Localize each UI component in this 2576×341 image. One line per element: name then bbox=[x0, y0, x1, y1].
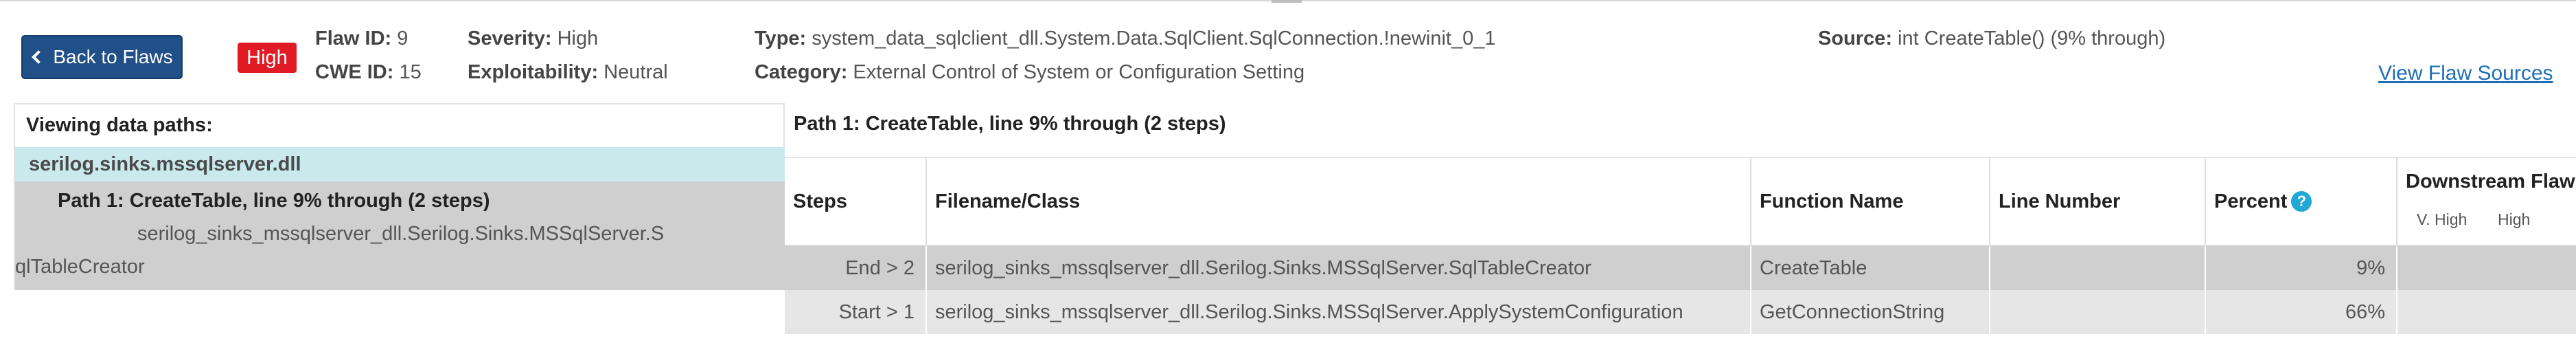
col-header-steps-label: Steps bbox=[793, 190, 847, 212]
col-header-filename[interactable]: Filename/Class bbox=[927, 157, 1751, 246]
cwe-id-label: CWE ID: bbox=[315, 61, 394, 83]
type-value: system_data_sqlclient_dll.System.Data.Sq… bbox=[812, 28, 1496, 50]
col-header-high: High bbox=[2498, 210, 2531, 228]
col-header-line-label: Line Number bbox=[1999, 190, 2121, 212]
view-flaw-sources-link[interactable]: View Flaw Sources bbox=[2378, 62, 2553, 85]
source-field: Source: int CreateTable() (9% through) bbox=[1818, 28, 2165, 50]
back-to-flaws-label: Back to Flaws bbox=[53, 46, 173, 67]
flaw-id-field: Flaw ID: 9 bbox=[315, 28, 408, 50]
col-header-line[interactable]: Line Number bbox=[1990, 157, 2206, 246]
col-header-percent-label: Percent bbox=[2214, 190, 2288, 212]
col-header-function-label: Function Name bbox=[1760, 190, 1904, 212]
cell-function: CreateTable bbox=[1751, 246, 1990, 290]
path-detail-title: Path 1: CreateTable, line 9% through (2 … bbox=[794, 113, 1226, 135]
exploitability-label: Exploitability: bbox=[468, 61, 599, 83]
category-field: Category: External Control of System or … bbox=[755, 61, 1304, 84]
data-paths-panel: Viewing data paths: serilog.sinks.mssqls… bbox=[14, 103, 785, 290]
type-field: Type: system_data_sqlclient_dll.System.D… bbox=[755, 28, 1495, 50]
data-paths-title: Viewing data paths: bbox=[26, 114, 213, 136]
category-value: External Control of System or Configurat… bbox=[853, 61, 1305, 83]
cwe-id-value: 15 bbox=[399, 61, 422, 83]
path-item[interactable]: Path 1: CreateTable, line 9% through (2 … bbox=[15, 182, 785, 290]
cell-line bbox=[1990, 290, 2206, 334]
back-to-flaws-button[interactable]: Back to Flaws bbox=[21, 35, 183, 79]
severity-value: High bbox=[557, 28, 599, 50]
exploitability-field: Exploitability: Neutral bbox=[468, 61, 668, 84]
flaw-id-label: Flaw ID: bbox=[315, 28, 392, 50]
cell-percent: 9% bbox=[2206, 246, 2397, 290]
col-header-v-high: V. High bbox=[2417, 210, 2468, 228]
cell-line bbox=[1990, 246, 2206, 290]
severity-field: Severity: High bbox=[468, 28, 598, 50]
table-row[interactable]: Start > 1 serilog_sinks_mssqlserver_dll.… bbox=[785, 290, 2576, 334]
table-row[interactable]: End > 2 serilog_sinks_mssqlserver_dll.Se… bbox=[785, 246, 2576, 290]
col-header-percent-label-wrap: Percent? bbox=[2214, 190, 2312, 213]
severity-label: Severity: bbox=[468, 28, 552, 50]
severity-badge: High bbox=[238, 43, 297, 73]
col-header-downstream: Downstream Flaw V. High High bbox=[2397, 157, 2576, 246]
col-header-downstream-label: Downstream Flaw bbox=[2406, 170, 2575, 192]
exploitability-value: Neutral bbox=[603, 61, 668, 83]
assembly-item[interactable]: serilog.sinks.mssqlserver.dll bbox=[15, 147, 785, 182]
cell-percent: 66% bbox=[2206, 290, 2397, 334]
cell-steps: Start > 1 bbox=[785, 290, 927, 334]
category-label: Category: bbox=[755, 61, 848, 83]
path-class-line: serilog_sinks_mssqlserver_dll.Serilog.Si… bbox=[137, 223, 665, 245]
col-header-steps[interactable]: Steps bbox=[785, 157, 927, 246]
path-class-line-wrap: qlTableCreator bbox=[15, 256, 145, 278]
col-header-function[interactable]: Function Name bbox=[1751, 157, 1990, 246]
type-label: Type: bbox=[755, 28, 807, 50]
cell-filename: serilog_sinks_mssqlserver_dll.Serilog.Si… bbox=[927, 290, 1751, 334]
assembly-label: serilog.sinks.mssqlserver.dll bbox=[29, 153, 301, 175]
col-header-percent[interactable]: Percent? bbox=[2206, 157, 2397, 246]
help-icon[interactable]: ? bbox=[2291, 191, 2312, 212]
flaw-id-value: 9 bbox=[397, 28, 409, 50]
chevron-left-icon bbox=[32, 50, 46, 64]
source-value: int CreateTable() (9% through) bbox=[1898, 28, 2166, 50]
col-header-filename-label: Filename/Class bbox=[935, 190, 1081, 212]
cell-steps: End > 2 bbox=[785, 246, 927, 290]
cell-filename: serilog_sinks_mssqlserver_dll.Serilog.Si… bbox=[927, 246, 1751, 290]
top-divider bbox=[0, 0, 2576, 3]
path-label: Path 1: CreateTable, line 9% through (2 … bbox=[58, 190, 490, 212]
cwe-id-field: CWE ID: 15 bbox=[315, 61, 422, 84]
cell-function: GetConnectionString bbox=[1751, 290, 1990, 334]
source-label: Source: bbox=[1818, 28, 1892, 50]
path-steps-table: Steps Filename/Class Function Name Line … bbox=[785, 157, 2576, 334]
drag-notch bbox=[1272, 0, 1302, 3]
